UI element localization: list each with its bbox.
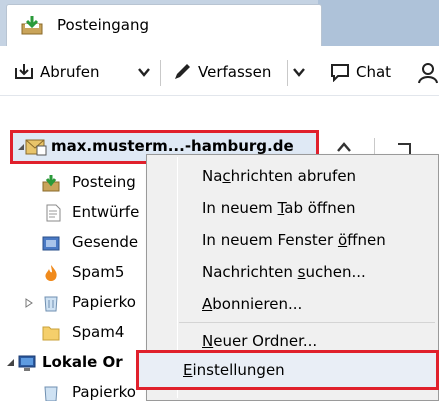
folder-item-trash[interactable]: Papierko bbox=[0, 288, 150, 318]
get-messages-chevron-down-icon[interactable] bbox=[136, 64, 152, 80]
chevron-up-icon[interactable] bbox=[336, 140, 352, 154]
toolbar-divider bbox=[287, 60, 288, 86]
address-book-icon[interactable] bbox=[418, 62, 438, 84]
tab-bar: Posteingang bbox=[0, 0, 439, 46]
folder-label: Papierko bbox=[72, 383, 136, 401]
menu-item-label: Nachrichten suchen... bbox=[202, 263, 366, 281]
menu-item-settings[interactable]: Einstellungen bbox=[136, 350, 439, 390]
drafts-icon bbox=[46, 204, 61, 222]
folder-label: Spam5 bbox=[72, 263, 125, 281]
write-button[interactable]: Verfassen bbox=[172, 61, 271, 83]
folder-item-sent[interactable]: Gesende bbox=[0, 228, 150, 258]
junk-fire-icon bbox=[45, 265, 57, 281]
get-messages-label: Abrufen bbox=[40, 63, 100, 81]
menu-item-subscribe[interactable]: Abonnieren... bbox=[178, 290, 436, 318]
computer-icon bbox=[18, 355, 36, 371]
download-icon bbox=[15, 64, 33, 79]
menu-item-label: Abonnieren... bbox=[202, 295, 303, 313]
account-label: max.musterm...-hamburg.de bbox=[51, 137, 294, 155]
folder-item-spam4[interactable]: Spam4 bbox=[0, 318, 150, 348]
folder-item-local-trash[interactable]: Papierko bbox=[0, 378, 150, 401]
write-label: Verfassen bbox=[198, 63, 272, 81]
menu-item-label: Neuer Ordner... bbox=[202, 332, 318, 350]
folder-item-inbox[interactable]: Posteing bbox=[0, 168, 150, 198]
folder-icon bbox=[42, 326, 60, 341]
menu-separator bbox=[179, 322, 435, 323]
mail-toolbar: Abrufen Verfassen Chat bbox=[0, 46, 439, 96]
folder-label: Posteing bbox=[72, 173, 136, 191]
folder-item-drafts[interactable]: Entwürfe bbox=[0, 198, 150, 228]
menu-item-label: Nachrichten abrufen bbox=[202, 167, 357, 185]
collapse-arrow-icon[interactable] bbox=[6, 358, 16, 368]
menu-item-get-messages[interactable]: Nachrichten abrufen bbox=[178, 162, 436, 190]
folder-label: Entwürfe bbox=[72, 203, 140, 221]
tab-inbox[interactable]: Posteingang bbox=[6, 4, 322, 46]
menu-item-label: Einstellungen bbox=[183, 361, 285, 379]
inbox-icon bbox=[21, 16, 43, 35]
local-folders-account[interactable]: Lokale Or bbox=[0, 348, 150, 378]
get-messages-button[interactable]: Abrufen bbox=[14, 61, 99, 83]
tab-label: Posteingang bbox=[57, 16, 150, 34]
chat-label: Chat bbox=[356, 63, 392, 81]
toolbar-divider bbox=[160, 60, 161, 86]
pencil-icon bbox=[175, 64, 190, 79]
trash-icon bbox=[44, 296, 58, 312]
inbox-icon bbox=[42, 175, 60, 192]
expand-arrow-icon[interactable] bbox=[24, 298, 34, 308]
menu-item-label: In neuem Fenster öffnen bbox=[202, 231, 386, 249]
chat-button[interactable]: Chat bbox=[330, 61, 391, 83]
menu-item-open-in-new-window[interactable]: In neuem Fenster öffnen bbox=[178, 226, 436, 254]
sent-icon bbox=[42, 236, 60, 251]
folder-label: Spam4 bbox=[72, 323, 125, 341]
folder-label: Lokale Or bbox=[42, 353, 123, 371]
mail-account-icon bbox=[25, 139, 47, 156]
write-chevron-down-icon[interactable] bbox=[291, 64, 307, 80]
tab-bar-background bbox=[318, 0, 439, 46]
menu-item-open-in-new-tab[interactable]: In neuem Tab öffnen bbox=[178, 194, 436, 222]
chat-icon bbox=[331, 64, 349, 82]
menu-item-label: In neuem Tab öffnen bbox=[202, 199, 356, 217]
folder-label: Gesende bbox=[72, 233, 139, 251]
trash-icon bbox=[44, 386, 58, 401]
collapse-arrow-icon[interactable] bbox=[17, 143, 25, 151]
folder-label: Papierko bbox=[72, 293, 136, 311]
folder-item-spam5[interactable]: Spam5 bbox=[0, 258, 150, 288]
menu-item-search-messages[interactable]: Nachrichten suchen... bbox=[178, 258, 436, 286]
